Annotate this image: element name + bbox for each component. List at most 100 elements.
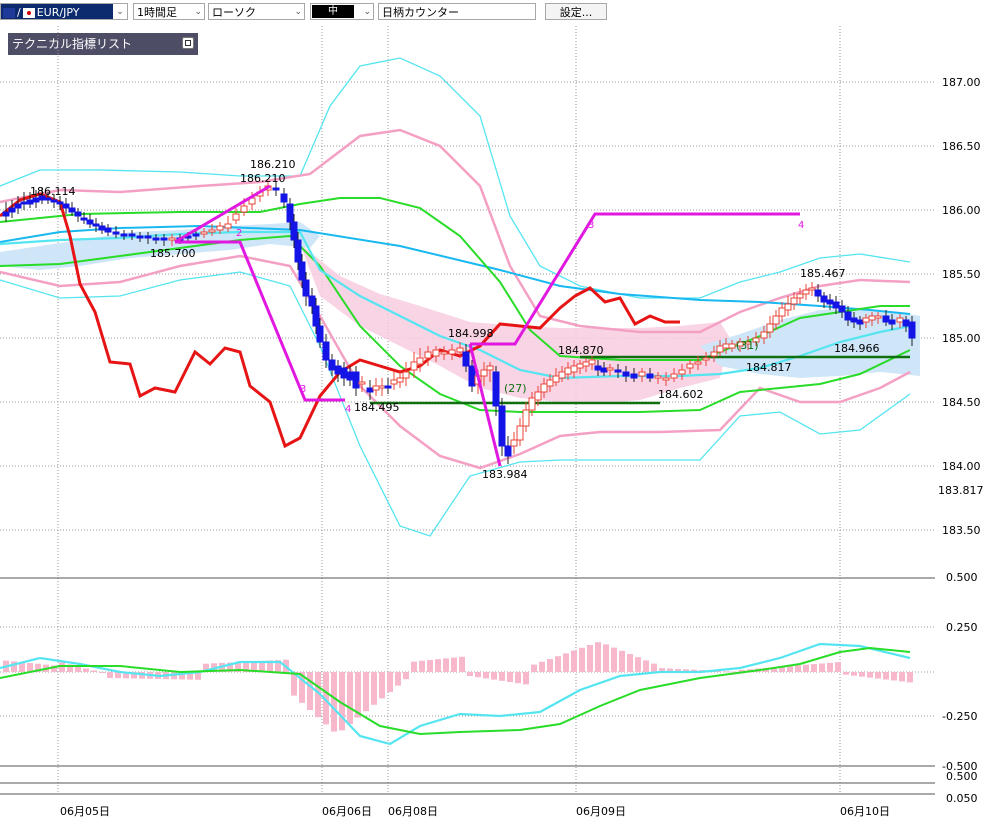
symbol-select[interactable]: / EUR/JPY ⌄ — [0, 3, 128, 20]
candle-body — [334, 365, 342, 375]
macd-axis: 0.250 -0.250 -0.500 0.500 0.500 0.050 — [942, 571, 978, 805]
candle-body — [646, 373, 654, 379]
candle-body — [294, 239, 302, 263]
candle-body — [564, 367, 572, 375]
candle-body — [216, 225, 224, 231]
macd-bar — [539, 661, 545, 672]
macd-bar — [603, 644, 609, 672]
candle-body — [808, 287, 816, 291]
candle-body — [86, 219, 94, 225]
macd-bar — [499, 672, 505, 681]
chart-type-select[interactable]: ローソク ⌄ — [208, 3, 305, 20]
price-label-3: 185.50 — [942, 268, 981, 281]
candle-body — [540, 383, 548, 393]
macd-bar — [619, 650, 625, 672]
price-chart[interactable]: 186.114 186.210 186.210 185.700 184.495 … — [0, 26, 990, 821]
macd-bar — [507, 672, 513, 682]
candle-body — [378, 385, 386, 389]
annotation-p3: 186.210 — [240, 172, 286, 185]
candle-body — [144, 235, 152, 239]
date-axis: 06月05日 06月06日 06月08日 06月09日 06月10日 — [60, 805, 890, 818]
annotation-p8: 184.870 — [558, 344, 604, 357]
panel-separators — [0, 577, 935, 795]
macd-bar — [451, 657, 457, 672]
macd-bar — [443, 658, 449, 672]
candle-body — [638, 371, 646, 377]
macd-bar — [571, 650, 577, 672]
macd-bar — [883, 672, 889, 680]
macd-bar — [595, 642, 601, 672]
candle-body — [240, 205, 248, 213]
candle-body — [56, 201, 64, 205]
candle-body — [600, 367, 608, 373]
candle-body — [366, 387, 374, 393]
candle-body — [2, 211, 10, 217]
macd-bar — [475, 672, 481, 678]
macd-bar — [827, 662, 833, 672]
macd-bar — [107, 672, 113, 678]
candle-body — [814, 289, 822, 297]
date-counter-field[interactable]: 日柄カウンター — [378, 3, 536, 20]
macd-bar — [819, 663, 825, 672]
macd-label-0: 0.250 — [946, 621, 978, 634]
candle-body — [896, 317, 904, 323]
timeframe-select[interactable]: 1時間足 ⌄ — [133, 3, 205, 20]
candle-body — [120, 233, 128, 237]
macd-bar — [579, 647, 585, 672]
candle-body — [62, 203, 70, 209]
candle-body — [702, 357, 710, 361]
date-label-3: 06月09日 — [576, 805, 626, 818]
candle-body — [588, 359, 596, 365]
candle-body — [312, 305, 320, 327]
macd-bar — [563, 653, 569, 672]
candle-body — [286, 203, 294, 223]
annotation-p12: 184.966 — [834, 342, 880, 355]
candle-body — [456, 347, 464, 353]
price-label-0: 187.00 — [942, 76, 981, 89]
macd-label-5: 0.050 — [946, 792, 978, 805]
candle-body — [716, 345, 724, 353]
settings-button[interactable]: 設定... — [545, 3, 607, 20]
macd-bar — [611, 647, 617, 672]
macd-bar — [899, 672, 905, 682]
price-label-7: 183.817 — [938, 484, 984, 497]
macd-bar — [867, 672, 873, 678]
candle-body — [298, 261, 306, 281]
zigzag-label-3: 4 — [345, 404, 351, 415]
candle-body — [290, 221, 298, 241]
candle-body — [856, 319, 864, 325]
macd-bar — [515, 672, 521, 684]
candle-body — [552, 375, 560, 383]
annotation-p1: 186.114 — [30, 185, 76, 198]
price-label-8: 183.50 — [942, 524, 981, 537]
candle-body — [308, 295, 316, 307]
macd-bar — [891, 672, 897, 681]
zigzag-label-5: 4 — [798, 220, 804, 231]
macd-bar — [363, 672, 369, 712]
candle-body — [340, 367, 348, 379]
macd-bar — [843, 672, 849, 675]
candle-body — [410, 361, 418, 371]
candle-body — [390, 379, 398, 385]
candle-body — [902, 319, 910, 327]
chevron-down-icon: ⌄ — [294, 7, 302, 17]
date-label-1: 06月06日 — [322, 805, 372, 818]
annotation-p9: 184.602 — [658, 388, 704, 401]
macd-bar — [875, 672, 881, 679]
color-select[interactable]: 中 ⌄ — [310, 3, 374, 20]
candle-body — [160, 237, 168, 241]
candle-body — [582, 361, 590, 367]
candle-body — [208, 229, 216, 233]
macd-bar — [787, 666, 793, 672]
candle-body — [200, 231, 208, 235]
candle-body — [678, 369, 686, 375]
candle-body — [908, 321, 916, 339]
macd-bar — [851, 672, 857, 676]
candle-body — [630, 373, 638, 379]
candle-body — [614, 369, 622, 373]
candle-body — [68, 207, 76, 213]
macd-bar — [403, 672, 409, 680]
symbol-label: EUR/JPY — [36, 6, 80, 19]
jp-flag-icon — [22, 8, 35, 18]
candle-body — [790, 297, 798, 305]
